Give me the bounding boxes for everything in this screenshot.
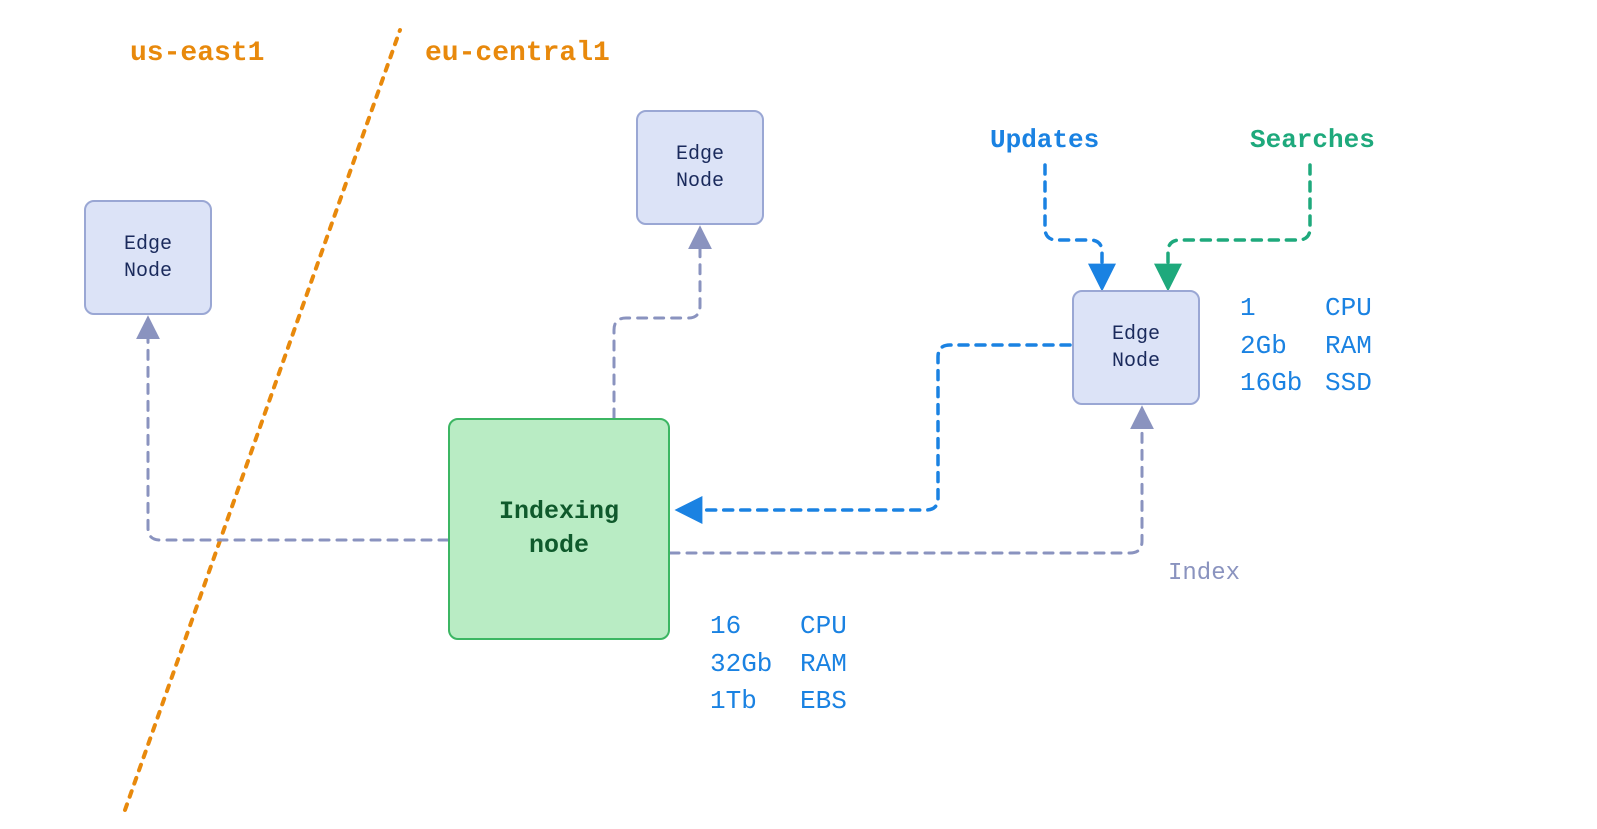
index-arrow-to-right-edge — [670, 410, 1142, 553]
edge-node-right: Edge Node — [1072, 290, 1200, 405]
updates-arrow-to-edge — [1045, 165, 1102, 286]
edge-cpu-label: CPU — [1325, 290, 1372, 328]
indexing-node: Indexing node — [448, 418, 670, 640]
indexing-disk-value: 1Tb — [710, 683, 800, 721]
edge-node-left-line1: Edge — [124, 233, 172, 256]
indexing-cpu-label: CPU — [800, 608, 847, 646]
index-arrow-to-top-edge — [614, 230, 700, 418]
index-arrow-to-left-edge — [148, 320, 448, 540]
edge-disk-value: 16Gb — [1240, 365, 1325, 403]
edge-node-right-line1: Edge — [1112, 323, 1160, 346]
edge-node-top: Edge Node — [636, 110, 764, 225]
updates-arrow-to-indexing — [680, 345, 1070, 510]
edge-ram-label: RAM — [1325, 328, 1372, 366]
region-divider — [125, 30, 400, 810]
searches-flow-label: Searches — [1250, 125, 1375, 155]
indexing-ram-value: 32Gb — [710, 646, 800, 684]
edge-cpu-value: 1 — [1240, 290, 1325, 328]
indexing-disk-label: EBS — [800, 683, 847, 721]
edge-node-left-line2: Node — [124, 260, 172, 283]
indexing-node-line2: node — [529, 531, 589, 560]
edge-node-top-line1: Edge — [676, 143, 724, 166]
indexing-cpu-value: 16 — [710, 608, 800, 646]
region-label-left: us-east1 — [130, 38, 264, 69]
indexing-node-line1: Indexing — [499, 497, 619, 526]
index-flow-label: Index — [1168, 560, 1240, 587]
searches-arrow-to-edge — [1168, 165, 1310, 286]
edge-ram-value: 2Gb — [1240, 328, 1325, 366]
region-label-right: eu-central1 — [425, 38, 610, 69]
indexing-specs: 16CPU 32GbRAM 1TbEBS — [710, 608, 847, 721]
edge-node-top-line2: Node — [676, 170, 724, 193]
indexing-ram-label: RAM — [800, 646, 847, 684]
edge-specs: 1CPU 2GbRAM 16GbSSD — [1240, 290, 1372, 403]
diagram-canvas: us-east1 eu-central1 Edge Node Edge Node… — [0, 0, 1597, 829]
edge-node-right-line2: Node — [1112, 350, 1160, 373]
edge-node-left: Edge Node — [84, 200, 212, 315]
updates-flow-label: Updates — [990, 125, 1099, 155]
edge-disk-label: SSD — [1325, 365, 1372, 403]
